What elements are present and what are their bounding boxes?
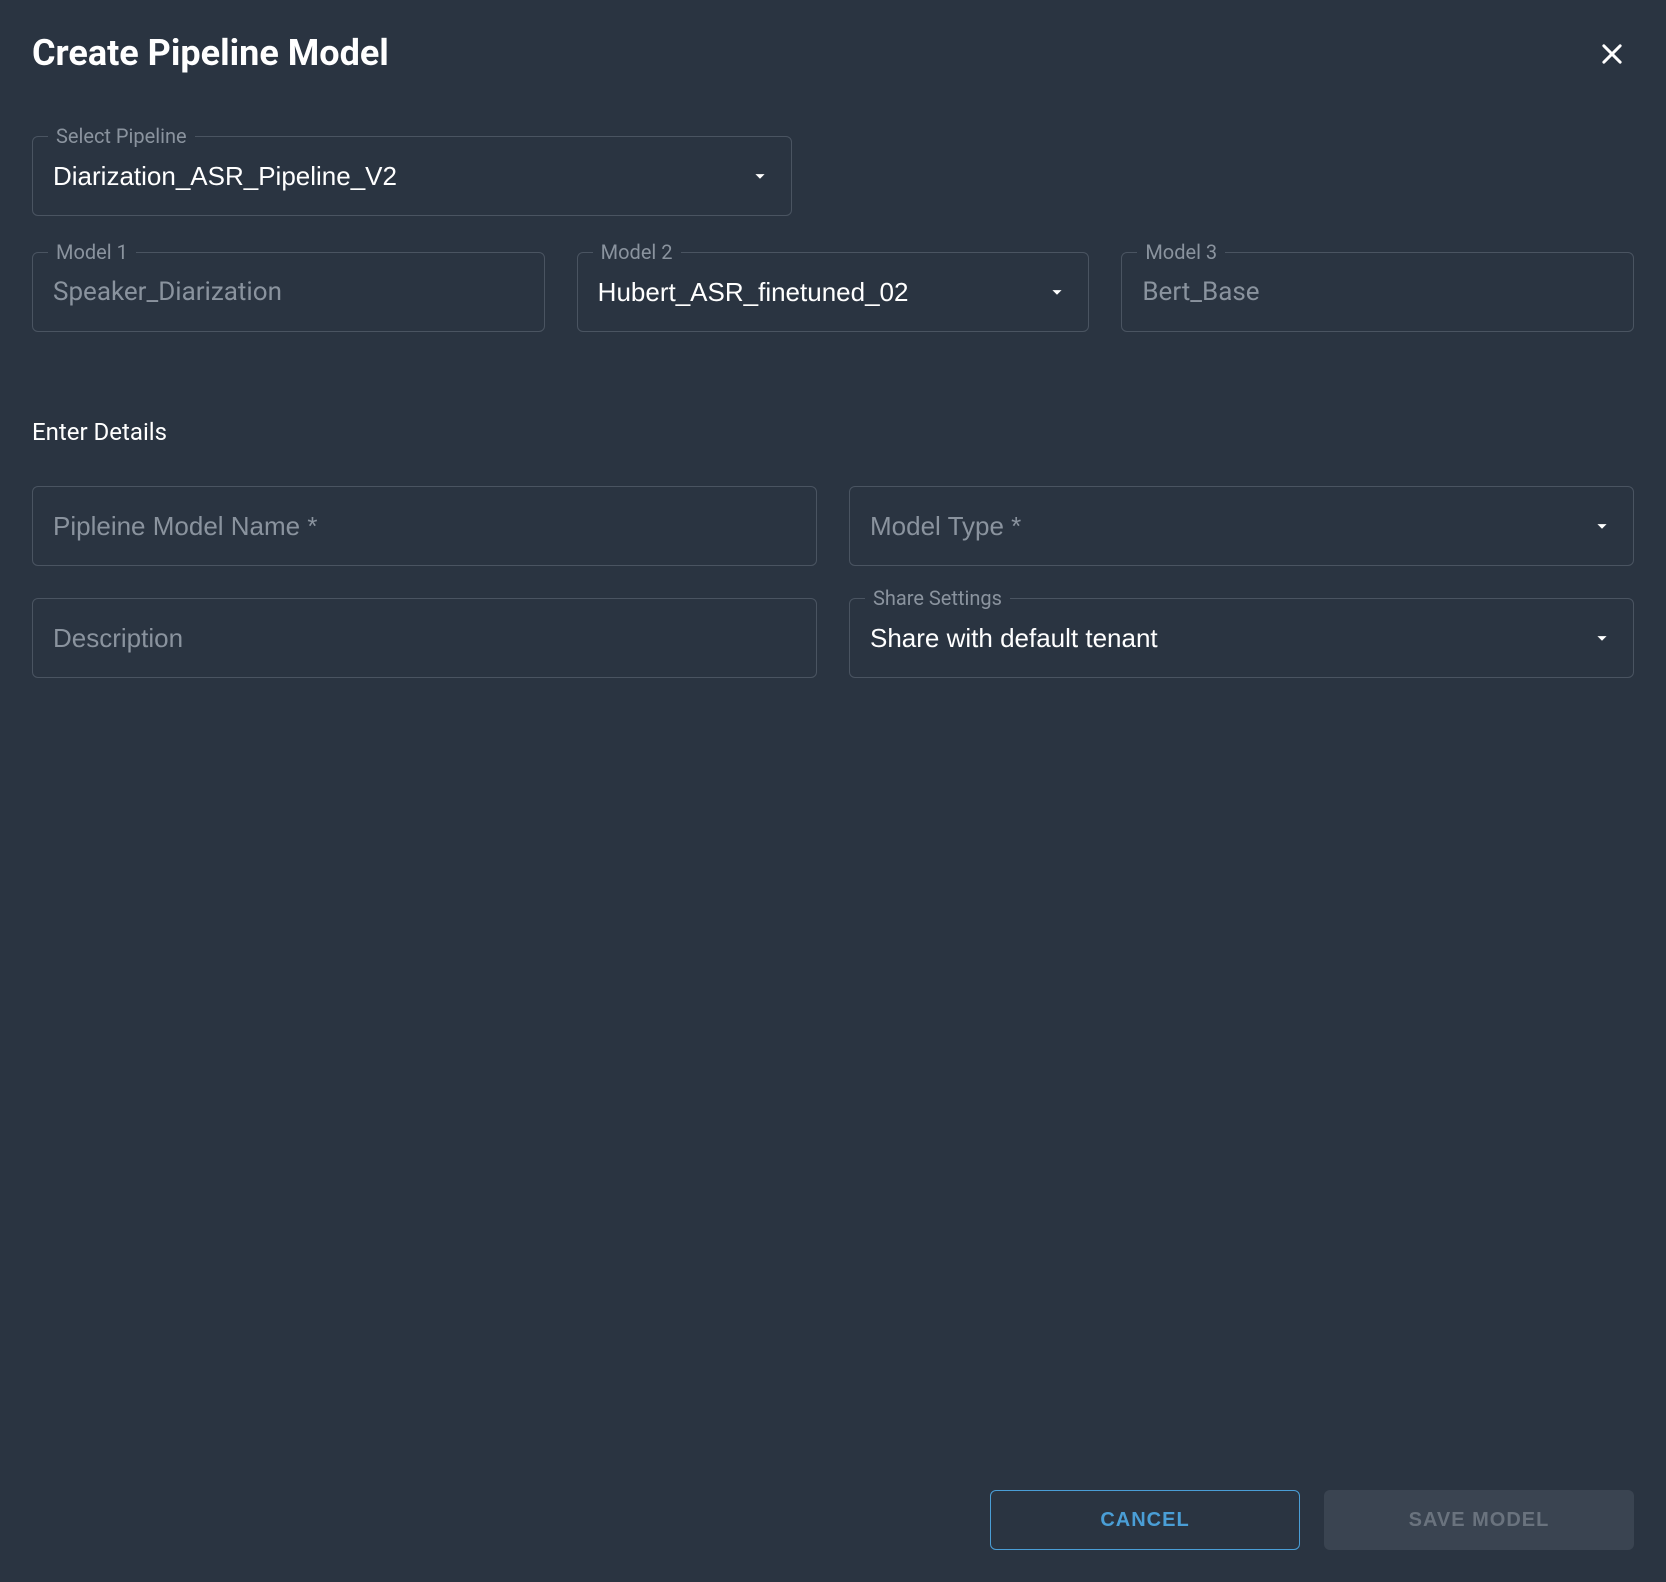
description-input[interactable]: Description [32,598,817,678]
model-3-value: Bert_Base [1142,277,1613,307]
pipeline-model-name-field: Pipleine Model Name * [32,486,817,566]
description-field: Description [32,598,817,678]
model-1-field: Model 1 Speaker_Diarization [32,252,545,332]
model-1-label: Model 1 [48,240,136,264]
dialog-title: Create Pipeline Model [32,32,389,74]
model-2-dropdown[interactable]: Hubert_ASR_finetuned_02 [577,252,1090,332]
pipeline-model-name-placeholder: Pipleine Model Name * [53,511,796,542]
model-type-placeholder: Model Type * [870,511,1591,542]
model-type-field: Model Type * [849,486,1634,566]
enter-details-title: Enter Details [32,418,1634,446]
select-pipeline-value: Diarization_ASR_Pipeline_V2 [53,161,749,192]
select-pipeline-dropdown[interactable]: Diarization_ASR_Pipeline_V2 [32,136,792,216]
chevron-down-icon [749,165,771,187]
model-3-label: Model 3 [1137,240,1225,264]
chevron-down-icon [1046,281,1068,303]
description-placeholder: Description [53,623,796,654]
pipeline-model-name-input[interactable]: Pipleine Model Name * [32,486,817,566]
select-pipeline-field: Select Pipeline Diarization_ASR_Pipeline… [32,136,792,216]
details-grid: Pipleine Model Name * Model Type * Descr… [32,486,1634,678]
models-row: Model 1 Speaker_Diarization Model 2 Hube… [32,252,1634,332]
dialog-footer: CANCEL SAVE MODEL [32,1450,1634,1550]
cancel-button[interactable]: CANCEL [990,1490,1300,1550]
model-2-value: Hubert_ASR_finetuned_02 [598,277,1047,308]
share-settings-dropdown[interactable]: Share with default tenant [849,598,1634,678]
model-type-dropdown[interactable]: Model Type * [849,486,1634,566]
model-3-field: Model 3 Bert_Base [1121,252,1634,332]
create-pipeline-dialog: Create Pipeline Model Select Pipeline Di… [0,0,1666,1582]
model-1-display: Speaker_Diarization [32,252,545,332]
select-pipeline-label: Select Pipeline [48,124,195,148]
model-2-label: Model 2 [593,240,681,264]
close-button[interactable] [1590,32,1634,76]
chevron-down-icon [1591,515,1613,537]
dialog-header: Create Pipeline Model [32,32,1634,76]
model-1-value: Speaker_Diarization [53,277,524,307]
model-3-display: Bert_Base [1121,252,1634,332]
share-settings-value: Share with default tenant [870,623,1591,654]
chevron-down-icon [1591,627,1613,649]
save-model-button[interactable]: SAVE MODEL [1324,1490,1634,1550]
share-settings-field: Share Settings Share with default tenant [849,598,1634,678]
share-settings-label: Share Settings [865,586,1010,610]
pipeline-row: Select Pipeline Diarization_ASR_Pipeline… [32,136,1634,216]
close-icon [1598,40,1626,68]
model-2-field: Model 2 Hubert_ASR_finetuned_02 [577,252,1090,332]
